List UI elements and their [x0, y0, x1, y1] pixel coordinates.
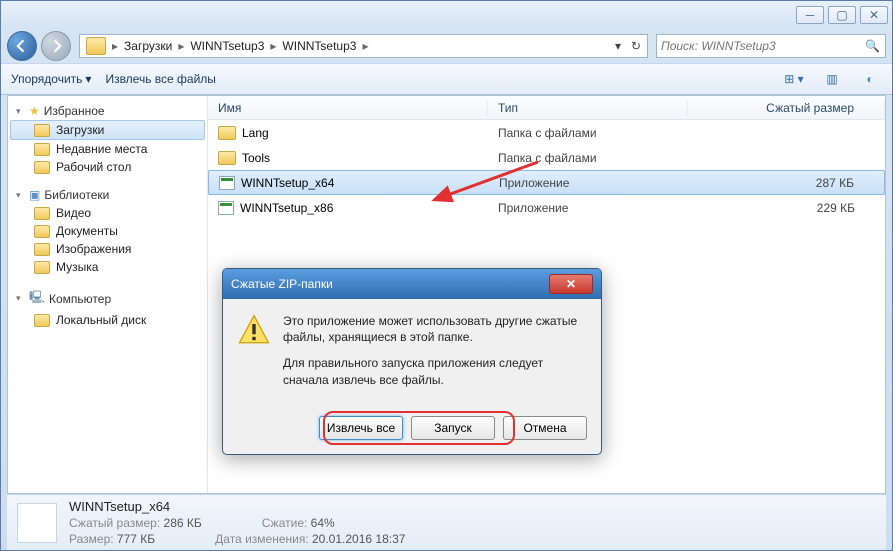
collapse-icon: ▾ [16, 190, 25, 201]
extract-all-button[interactable]: Извлечь все [319, 416, 403, 440]
file-row[interactable]: Tools Папка с файлами [208, 145, 885, 170]
search-icon: 🔍 [865, 39, 881, 53]
breadcrumb-item[interactable]: WINNTsetup3 [186, 39, 268, 53]
date-modified-value: 20.01.2016 18:37 [312, 532, 405, 546]
search-input[interactable] [661, 39, 865, 53]
folder-icon [34, 243, 50, 256]
dialog-close-button[interactable]: ✕ [549, 274, 593, 294]
compression-ratio-value: 64% [311, 516, 335, 530]
arrow-left-icon [15, 39, 29, 53]
folder-icon [218, 126, 236, 140]
zip-extract-dialog: Сжатые ZIP-папки ✕ Это приложение может … [222, 268, 602, 455]
sidebar-item-recent[interactable]: Недавние места [10, 140, 205, 158]
dialog-title: Сжатые ZIP-папки [231, 277, 333, 291]
breadcrumb-item[interactable]: Загрузки [120, 39, 176, 53]
star-icon: ★ [29, 104, 40, 118]
search-box[interactable]: 🔍 [656, 34, 886, 58]
column-name[interactable]: Имя [208, 101, 488, 115]
library-icon: ▣ [29, 188, 40, 202]
folder-icon [34, 161, 50, 174]
folder-icon [34, 261, 50, 274]
command-bar: Упорядочить ▾ Извлечь все файлы ⊞ ▾ ▥ ◐ [1, 63, 892, 95]
favorites-header[interactable]: ▾★Избранное [10, 102, 205, 120]
maximize-button[interactable]: ▢ [828, 6, 856, 24]
cancel-button[interactable]: Отмена [503, 416, 587, 440]
dialog-message-1: Это приложение может использовать другие… [283, 313, 587, 345]
folder-icon [86, 37, 106, 55]
minimize-button[interactable]: ─ [796, 6, 824, 24]
history-dropdown[interactable]: ▾ [609, 39, 627, 53]
navigation-pane: ▾★Избранное Загрузки Недавние места Рабо… [8, 96, 208, 493]
compressed-size-value: 286 КБ [164, 516, 202, 530]
warning-icon [237, 313, 271, 347]
chevron-right-icon[interactable]: ▸ [110, 39, 120, 53]
libraries-header[interactable]: ▾▣Библиотеки [10, 186, 205, 204]
close-button[interactable]: ✕ [860, 6, 888, 24]
preview-pane-button[interactable]: ▥ [820, 68, 844, 90]
application-icon [218, 201, 234, 215]
forward-button[interactable] [41, 31, 71, 61]
sidebar-item-music[interactable]: Музыка [10, 258, 205, 276]
column-compressed-size[interactable]: Сжатый размер [688, 101, 885, 115]
collapse-icon: ▾ [16, 106, 25, 117]
file-row[interactable]: WINNTsetup_x86 Приложение229 КБ [208, 195, 885, 220]
file-row[interactable]: Lang Папка с файлами [208, 120, 885, 145]
folder-icon [34, 225, 50, 238]
refresh-button[interactable]: ↻ [627, 39, 645, 53]
collapse-icon: ▾ [16, 293, 25, 304]
computer-header[interactable]: ▾🖳Компьютер [10, 286, 205, 311]
breadcrumb-item[interactable]: WINNTsetup3 [278, 39, 360, 53]
folder-icon [34, 124, 50, 137]
help-button[interactable]: ◐ [858, 68, 882, 90]
chevron-right-icon[interactable]: ▸ [360, 39, 370, 53]
sidebar-item-desktop[interactable]: Рабочий стол [10, 158, 205, 176]
file-thumbnail [17, 503, 57, 543]
sidebar-item-documents[interactable]: Документы [10, 222, 205, 240]
dialog-message-2: Для правильного запуска приложения следу… [283, 355, 587, 387]
organize-menu[interactable]: Упорядочить ▾ [11, 72, 91, 86]
folder-icon [34, 207, 50, 220]
run-button[interactable]: Запуск [411, 416, 495, 440]
disk-icon [34, 314, 50, 327]
sidebar-item-downloads[interactable]: Загрузки [10, 120, 205, 140]
column-type[interactable]: Тип [488, 101, 688, 115]
file-row[interactable]: WINNTsetup_x64 Приложение287 КБ [208, 170, 885, 195]
chevron-right-icon[interactable]: ▸ [176, 39, 186, 53]
chevron-down-icon: ▾ [85, 72, 91, 86]
computer-icon: 🖳 [29, 288, 45, 309]
sidebar-item-local-disk[interactable]: Локальный диск [10, 311, 205, 329]
nav-bar: ▸ Загрузки ▸ WINNTsetup3 ▸ WINNTsetup3 ▸… [1, 29, 892, 63]
view-options-button[interactable]: ⊞ ▾ [782, 68, 806, 90]
selected-file-name: WINNTsetup_x64 [69, 499, 405, 514]
details-pane: WINNTsetup_x64 Сжатый размер: 286 КБ Сжа… [7, 494, 886, 550]
arrow-right-icon [49, 39, 63, 53]
dialog-titlebar: Сжатые ZIP-папки ✕ [223, 269, 601, 299]
folder-icon [218, 151, 236, 165]
back-button[interactable] [7, 31, 37, 61]
sidebar-item-pictures[interactable]: Изображения [10, 240, 205, 258]
application-icon [219, 176, 235, 190]
size-value: 777 КБ [117, 532, 155, 546]
sidebar-item-videos[interactable]: Видео [10, 204, 205, 222]
window-titlebar: ─ ▢ ✕ [1, 1, 892, 29]
column-headers: Имя Тип Сжатый размер [208, 96, 885, 120]
address-bar[interactable]: ▸ Загрузки ▸ WINNTsetup3 ▸ WINNTsetup3 ▸… [79, 34, 648, 58]
folder-icon [34, 143, 50, 156]
extract-all-button[interactable]: Извлечь все файлы [105, 72, 215, 86]
chevron-right-icon[interactable]: ▸ [268, 39, 278, 53]
